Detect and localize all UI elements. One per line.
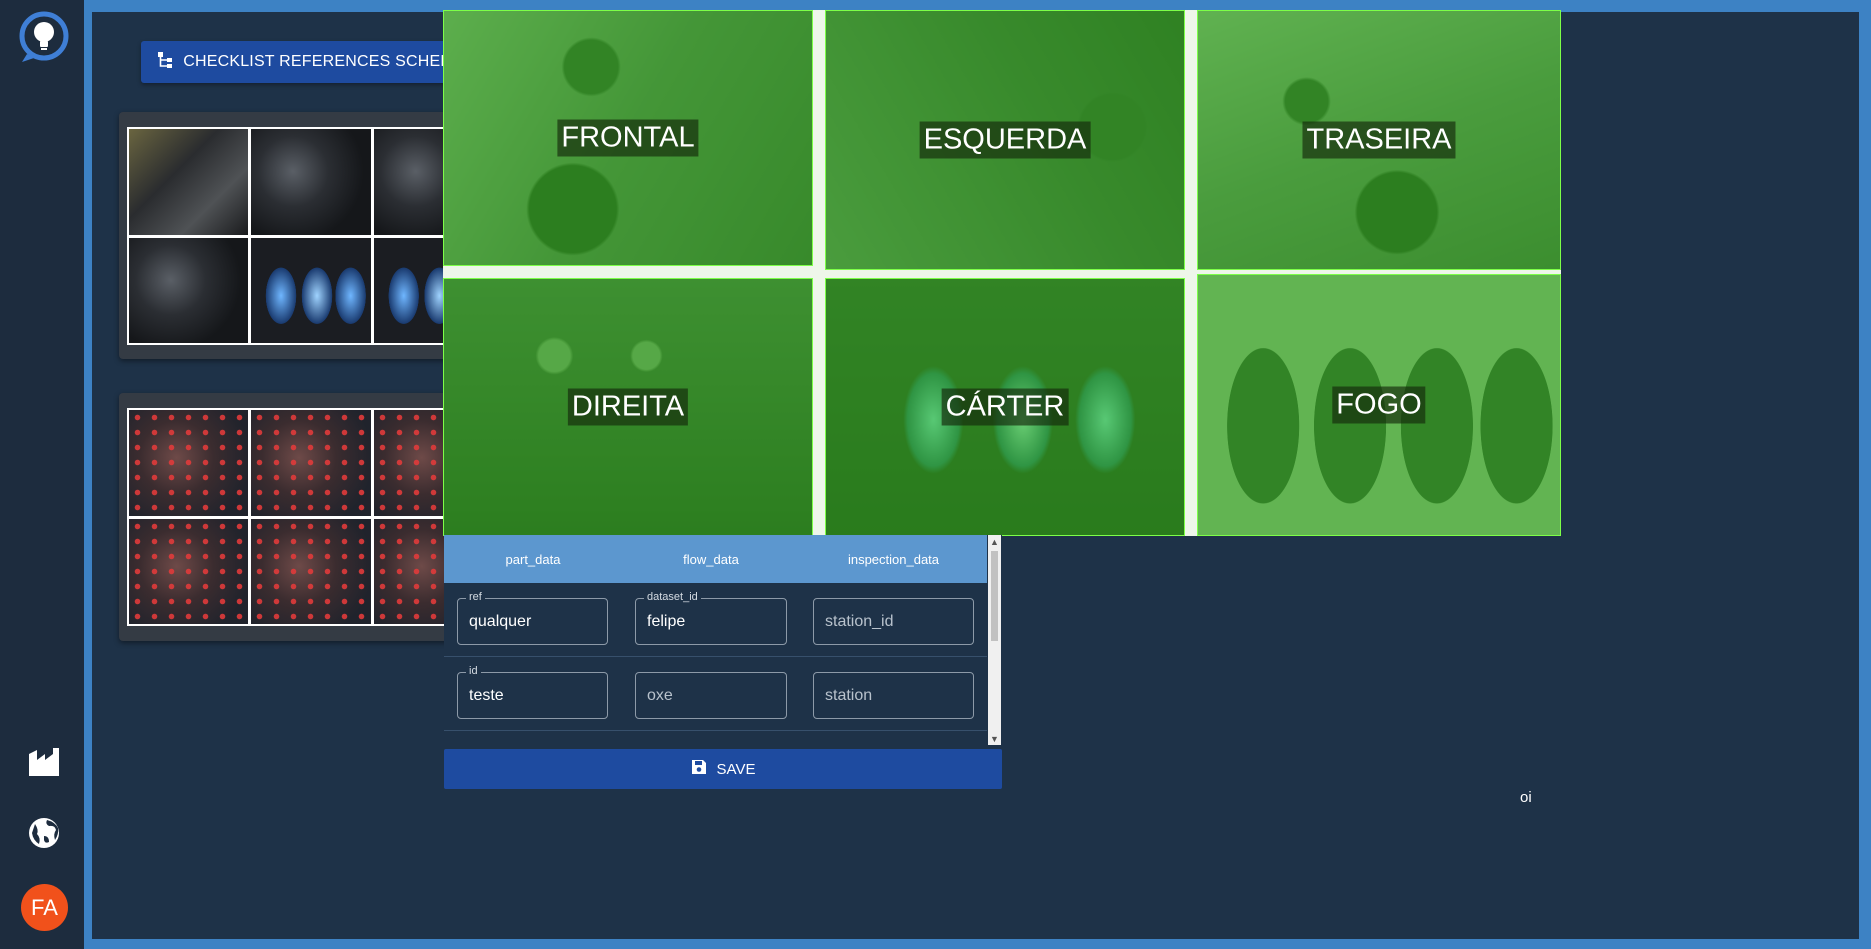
reference-image-grid [127, 127, 495, 345]
view-label: DIREITA [567, 388, 689, 426]
form-tab-header: part_data flow_data inspection_data [444, 535, 987, 583]
view-direita[interactable]: DIREITA [443, 278, 813, 536]
view-fogo[interactable]: FOGO [1197, 274, 1561, 536]
field-label: ref [466, 591, 485, 603]
reference-thumb [129, 129, 249, 235]
checklist-references-schema-button[interactable]: CHECKLIST REFERENCES SCHEMA [141, 41, 481, 83]
field-value: felipe [647, 613, 686, 630]
field-label: dataset_id [644, 591, 701, 603]
avatar-initials: FA [31, 894, 58, 920]
reference-thumb [251, 410, 371, 516]
schema-button-label: CHECKLIST REFERENCES SCHEMA [183, 53, 465, 70]
view-label: TRASEIRA [1302, 121, 1456, 159]
sitemap-icon [157, 51, 173, 74]
station-field[interactable]: station [813, 672, 974, 719]
main-panel: CHECKLIST REFERENCES SCHEMA FRONTAL ESQU… [92, 10, 1859, 939]
save-button[interactable]: SAVE [444, 749, 1002, 789]
data-form: part_data flow_data inspection_data ref … [444, 535, 1002, 745]
field-placeholder: station_id [825, 613, 894, 630]
reference-thumb [129, 410, 249, 516]
scroll-up-arrow-icon[interactable]: ▲ [988, 535, 1001, 548]
scroll-thumb[interactable] [991, 551, 998, 641]
reference-thumb [129, 237, 249, 343]
view-label: CÁRTER [941, 388, 1069, 426]
tab-label: part_data [505, 551, 561, 567]
tab-inspection-data[interactable]: inspection_data [800, 535, 987, 583]
floppy-disk-icon [691, 759, 707, 779]
field-value: teste [469, 687, 504, 704]
id-field[interactable]: id teste [457, 665, 608, 719]
form-scrollbar[interactable]: ▲ ▼ [988, 535, 1001, 745]
globe-icon[interactable] [25, 814, 63, 852]
view-carter[interactable]: CÁRTER [825, 278, 1185, 536]
view-label: ESQUERDA [919, 121, 1091, 159]
field-placeholder: station [825, 687, 873, 704]
form-row: id teste oxe station [444, 658, 987, 731]
tab-flow-data[interactable]: flow_data [622, 535, 800, 583]
reference-thumb [251, 237, 371, 343]
reference-image-grid [127, 408, 495, 626]
reference-thumb [129, 518, 249, 624]
view-traseira[interactable]: TRASEIRA [1197, 10, 1561, 270]
field-label: id [466, 665, 481, 677]
save-label: SAVE [716, 760, 756, 778]
side-text: oi [1520, 789, 1532, 806]
station-id-field[interactable]: station_id [813, 598, 974, 645]
tab-part-data[interactable]: part_data [444, 535, 622, 583]
dataset-id-field[interactable]: dataset_id felipe [635, 591, 787, 645]
field-value: qualquer [469, 613, 532, 630]
reference-thumb [251, 518, 371, 624]
ref-field[interactable]: ref qualquer [457, 591, 608, 645]
view-esquerda[interactable]: ESQUERDA [825, 10, 1185, 270]
avatar[interactable]: FA [21, 884, 68, 931]
sidebar: FA [0, 0, 84, 949]
view-frontal[interactable]: FRONTAL [443, 10, 813, 266]
field-placeholder: oxe [647, 687, 673, 704]
view-label: FRONTAL [557, 119, 699, 157]
inspection-view-grid: FRONTAL ESQUERDA TRASEIRA DIREITA CÁRTER… [443, 10, 1561, 536]
lightbulb-chat-icon[interactable] [17, 10, 71, 64]
form-row: ref qualquer dataset_id felipe station_i… [444, 584, 987, 657]
factory-icon[interactable] [25, 742, 63, 780]
view-label: FOGO [1332, 386, 1426, 424]
tab-label: inspection_data [847, 551, 940, 567]
scroll-down-arrow-icon[interactable]: ▼ [988, 732, 1001, 745]
tab-label: flow_data [683, 551, 739, 567]
reference-thumb [251, 129, 371, 235]
oxe-field[interactable]: oxe [635, 672, 787, 719]
